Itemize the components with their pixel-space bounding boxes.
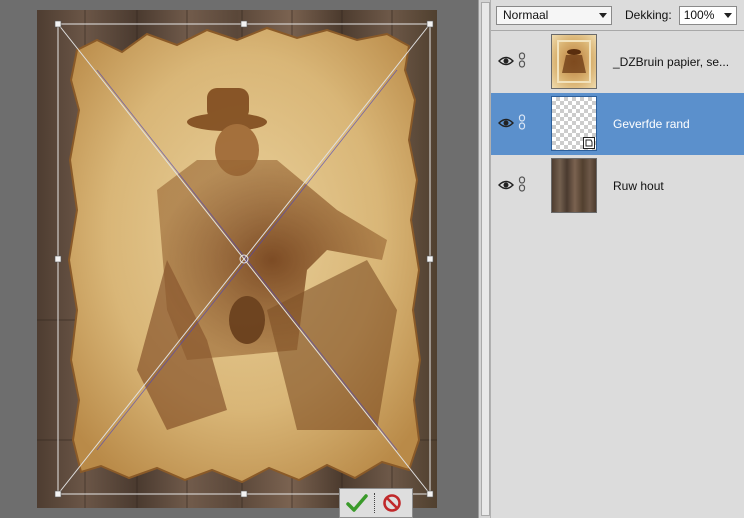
smart-object-icon: [583, 137, 595, 149]
link-icon[interactable]: [518, 176, 526, 192]
document-canvas[interactable]: [0, 0, 478, 518]
blend-mode-value: Normaal: [503, 8, 549, 22]
commit-transform-button[interactable]: [340, 490, 374, 516]
artwork-image[interactable]: [37, 10, 437, 508]
transform-commit-bar: [339, 488, 413, 518]
no-sign-icon: [383, 494, 401, 512]
layer-thumbnail: [551, 34, 597, 89]
layers-panel: Normaal Dekking: 100% _DZBruin papier, s…: [490, 0, 744, 518]
chevron-down-icon: [723, 12, 732, 18]
scrollbar-thumb[interactable]: [481, 2, 490, 516]
blend-mode-dropdown[interactable]: Normaal: [496, 5, 612, 25]
eye-icon[interactable]: [498, 54, 514, 68]
layer-thumbnail: [551, 96, 597, 151]
chevron-down-icon: [599, 12, 607, 18]
cancel-transform-button[interactable]: [375, 490, 409, 516]
paper-thumbnail-image: [557, 40, 591, 83]
layer-row-painted-border[interactable]: Geverfde rand: [491, 93, 744, 155]
opacity-value: 100%: [683, 8, 715, 22]
eye-icon[interactable]: [498, 178, 514, 192]
layer-name: Geverfde rand: [613, 117, 690, 131]
link-icon[interactable]: [518, 52, 526, 68]
artwork-svg: [37, 10, 437, 508]
layer-name: Ruw hout: [613, 179, 664, 193]
layer-thumbnail: [551, 158, 597, 213]
layer-name: _DZBruin papier, se...: [613, 55, 730, 69]
layer-row-paper[interactable]: _DZBruin papier, se...: [491, 31, 744, 93]
opacity-field[interactable]: 100%: [678, 5, 737, 25]
eye-icon[interactable]: [498, 116, 514, 130]
layer-row-rough-wood[interactable]: Ruw hout: [491, 155, 744, 217]
checkmark-icon: [346, 494, 368, 512]
opacity-label: Dekking:: [625, 8, 672, 22]
layers-panel-toolbar: Normaal Dekking: 100%: [491, 0, 744, 31]
canvas-vertical-scrollbar[interactable]: [478, 0, 490, 518]
link-icon[interactable]: [518, 114, 526, 130]
